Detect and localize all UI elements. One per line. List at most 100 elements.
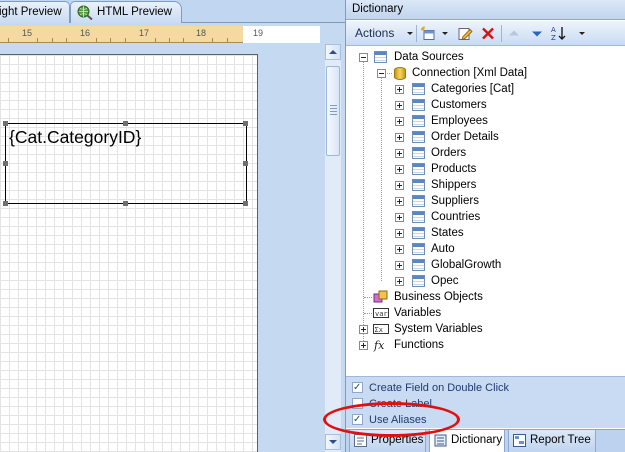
tree-item-label: Order Details — [431, 131, 499, 143]
ruler-number: 17 — [139, 28, 150, 38]
resize-handle[interactable] — [3, 201, 8, 206]
resize-handle[interactable] — [3, 161, 8, 166]
tree-item-label: Employees — [431, 115, 488, 127]
table-icon — [412, 147, 425, 159]
expand-toggle[interactable] — [395, 229, 404, 238]
business-objects-icon — [373, 290, 388, 303]
tree-item-label: Shippers — [431, 179, 477, 191]
resize-handle[interactable] — [243, 201, 248, 206]
expand-toggle[interactable] — [395, 149, 404, 158]
tree-item-label: Orders — [431, 147, 467, 159]
expand-toggle[interactable] — [395, 181, 404, 190]
ruler-number: 15 — [22, 28, 33, 38]
report-tree-icon — [513, 434, 526, 447]
tab-report-tree[interactable]: Report Tree — [508, 430, 596, 452]
report-page[interactable]: {Cat.CategoryID} — [0, 54, 258, 452]
expand-toggle[interactable] — [395, 277, 404, 286]
expand-toggle[interactable] — [395, 101, 404, 110]
sort-az-icon[interactable]: A Z — [550, 25, 566, 42]
actions-menu-button[interactable]: Actions — [355, 25, 394, 42]
tab-highlight-preview[interactable]: ight Preview — [0, 1, 70, 23]
system-variables-icon: Σx — [373, 324, 389, 334]
tree-item-label: Opec — [431, 275, 459, 287]
preview-tab-strip: ight Preview HTML Preview — [0, 0, 345, 23]
vertical-scrollbar[interactable] — [325, 44, 341, 452]
ruler-number: 16 — [80, 28, 91, 38]
move-down-icon[interactable] — [530, 25, 544, 42]
data-sources-icon — [374, 51, 387, 63]
ruler-number: 18 — [196, 28, 207, 38]
tab-html-preview[interactable]: HTML Preview — [70, 1, 182, 23]
tree-item-label: GlobalGrowth — [431, 259, 502, 271]
edit-icon[interactable] — [457, 25, 473, 42]
delete-icon[interactable] — [480, 25, 496, 42]
resize-handle[interactable] — [243, 121, 248, 126]
scrollbar-thumb[interactable] — [326, 66, 340, 156]
table-icon — [412, 99, 425, 111]
expand-toggle[interactable] — [395, 197, 404, 206]
dictionary-tree: Data Sources Connection [Xml Data] Categ… — [346, 47, 625, 375]
tree-item-label: Countries — [431, 211, 481, 223]
tree-item-label: Customers — [431, 99, 487, 111]
tree-item-label: Functions — [394, 339, 444, 351]
scroll-up-button[interactable] — [325, 44, 341, 60]
move-up-icon[interactable] — [507, 25, 521, 42]
expand-toggle[interactable] — [359, 341, 368, 350]
tree-item-label: Products — [431, 163, 477, 175]
scroll-down-button[interactable] — [325, 434, 341, 450]
dictionary-panel: Dictionary Actions A Z Data Sources Conn… — [345, 0, 625, 452]
tab-html-preview-label: HTML Preview — [97, 6, 172, 18]
tab-dictionary[interactable]: Dictionary — [429, 430, 505, 452]
table-icon — [412, 195, 425, 207]
tree-item-label: Auto — [431, 243, 455, 255]
ruler-margin-area: 19 — [243, 26, 320, 43]
horizontal-ruler: 15 16 17 18 19 — [0, 26, 320, 43]
collapse-toggle[interactable] — [359, 53, 368, 62]
tree-item-label: Data Sources — [394, 51, 464, 63]
table-icon — [412, 211, 425, 223]
text-component[interactable]: {Cat.CategoryID} — [5, 123, 247, 204]
arrow-up-icon — [329, 50, 337, 54]
highlight-oval — [323, 402, 460, 437]
table-icon — [412, 227, 425, 239]
design-surface: {Cat.CategoryID} — [0, 44, 320, 452]
tree-item-label: System Variables — [394, 323, 483, 335]
expand-toggle[interactable] — [395, 245, 404, 254]
resize-handle[interactable] — [123, 201, 128, 206]
panel-title: Dictionary — [346, 0, 625, 20]
expand-toggle[interactable] — [395, 261, 404, 270]
svg-text:Z: Z — [551, 34, 556, 42]
table-icon — [412, 163, 425, 175]
table-icon — [412, 83, 425, 95]
table-icon — [412, 179, 425, 191]
globe-magnifier-icon — [77, 5, 93, 20]
resize-handle[interactable] — [3, 121, 8, 126]
expand-toggle[interactable] — [395, 117, 404, 126]
properties-icon — [354, 434, 367, 447]
expand-toggle[interactable] — [395, 85, 404, 94]
checkbox[interactable] — [352, 380, 363, 396]
dictionary-icon — [434, 434, 447, 447]
table-icon — [412, 259, 425, 271]
dictionary-toolbar: Actions A Z — [346, 21, 625, 46]
resize-handle[interactable] — [123, 121, 128, 126]
tree-item-label: Connection [Xml Data] — [412, 67, 528, 79]
expand-toggle[interactable] — [395, 165, 404, 174]
expand-toggle[interactable] — [395, 213, 404, 222]
table-icon — [412, 275, 425, 287]
tree-item-label: Variables — [394, 307, 442, 319]
database-icon — [394, 67, 406, 80]
expand-toggle[interactable] — [395, 133, 404, 142]
table-icon — [412, 131, 425, 143]
resize-handle[interactable] — [243, 161, 248, 166]
svg-text:Σx: Σx — [375, 326, 383, 334]
report-designer: ight Preview HTML Preview 15 16 17 18 19… — [0, 0, 345, 452]
chevron-down-icon[interactable] — [579, 32, 585, 35]
collapse-toggle[interactable] — [377, 69, 386, 78]
new-item-icon[interactable] — [420, 25, 436, 42]
expand-toggle[interactable] — [359, 325, 368, 334]
tab-label: Dictionary — [451, 434, 503, 446]
chevron-down-icon[interactable] — [442, 32, 448, 35]
arrow-down-icon — [329, 440, 337, 444]
option-label: Create Field on Double Click — [369, 382, 510, 394]
